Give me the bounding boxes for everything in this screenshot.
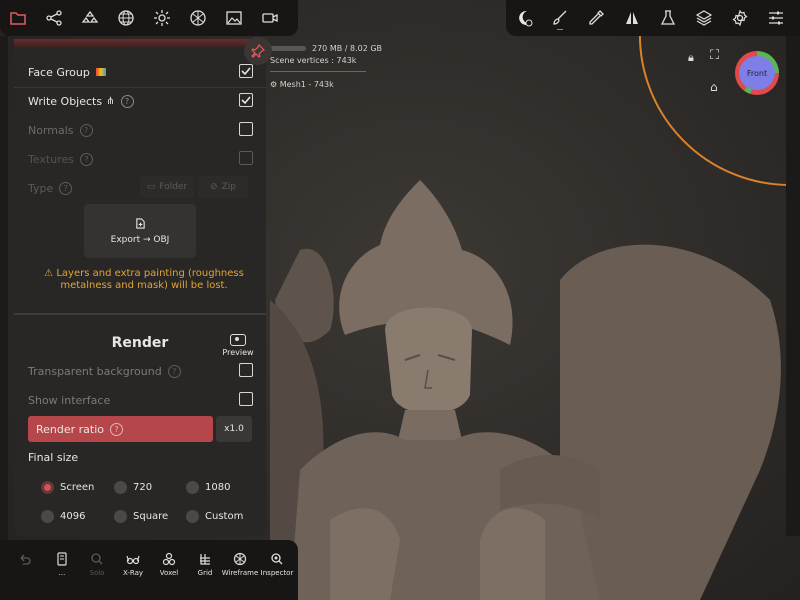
inspector-button[interactable]: Inspector (259, 552, 295, 577)
scene-tree-icon[interactable] (72, 0, 108, 36)
help-icon[interactable]: ? (120, 94, 134, 108)
grid-icon (200, 554, 210, 565)
image-icon[interactable] (216, 0, 252, 36)
panel-top-strip (14, 39, 266, 47)
face-group-checkbox[interactable] (239, 64, 253, 78)
help-icon[interactable]: ? (167, 364, 181, 378)
flask-icon[interactable] (650, 0, 686, 36)
undo-icon (20, 554, 31, 565)
final-size-720[interactable]: 720 (114, 479, 152, 495)
write-objects-row[interactable]: Write Objects ⋔ ? (28, 90, 253, 112)
pin-panel-button[interactable] (244, 37, 272, 65)
export-obj-button[interactable]: Export → OBJ (84, 204, 196, 258)
section-divider (14, 313, 266, 315)
radio-dot (114, 509, 127, 523)
normals-row[interactable]: Normals ? (28, 119, 253, 141)
globe-wireframe-icon[interactable] (108, 0, 144, 36)
final-size-screen[interactable]: Screen (41, 479, 94, 495)
view-orientation-gizmo[interactable]: Front (735, 51, 779, 95)
info-divider (270, 71, 366, 72)
gizmo-front-label: Front (739, 56, 775, 90)
warning-icon: ⚠ (44, 268, 54, 279)
memory-bar (270, 46, 306, 51)
wireframe-icon (233, 552, 247, 566)
symmetry-icon[interactable] (614, 0, 650, 36)
transparent-background-checkbox[interactable] (239, 363, 253, 377)
help-icon[interactable]: ? (110, 422, 124, 436)
moon-tool-icon[interactable] (506, 0, 542, 36)
export-render-panel: Face Group Write Objects ⋔ ? Normals ? T… (14, 39, 266, 537)
share-nodes-icon: ⋔ (106, 95, 115, 107)
pin-icon (251, 44, 265, 58)
type-folder-button: ▭ Folder (140, 176, 194, 198)
preview-button[interactable]: Preview (220, 334, 256, 357)
folder-icon[interactable] (0, 0, 36, 36)
help-icon: ? (59, 181, 73, 195)
top-toolbar-left (0, 0, 298, 36)
sun-icon[interactable] (144, 0, 180, 36)
transparent-background-row[interactable]: Transparent background ? (28, 360, 253, 382)
left-edge-panel (0, 36, 8, 600)
bottom-toolbar: ... Solo X-Ray Voxel Grid Wireframe Insp… (0, 540, 298, 600)
solo-button[interactable]: Solo (79, 552, 115, 577)
home-icon[interactable]: ⌂ (710, 80, 718, 94)
radio-dot (114, 480, 127, 494)
video-camera-icon[interactable] (252, 0, 288, 36)
radio-dot (186, 480, 199, 494)
radio-dot (41, 480, 54, 494)
eye-icon (230, 334, 246, 346)
scene-vertices: Scene vertices : 743k (270, 56, 357, 65)
mesh-item[interactable]: ⚙ Mesh1 - 743k (270, 80, 382, 89)
top-toolbar-right (506, 0, 800, 36)
sliders-icon[interactable] (758, 0, 794, 36)
file-export-icon (135, 217, 145, 229)
glasses-icon (126, 555, 140, 565)
help-icon[interactable]: ? (79, 123, 93, 137)
textures-checkbox (239, 151, 253, 165)
final-size-square[interactable]: Square (114, 508, 168, 524)
export-warning: ⚠ Layers and extra painting (roughness m… (44, 268, 244, 291)
face-group-row[interactable]: Face Group (28, 61, 253, 83)
brush-icon[interactable] (542, 0, 578, 36)
wireframe-button[interactable]: Wireframe (222, 552, 258, 577)
voxel-button[interactable]: Voxel (151, 552, 187, 577)
show-interface-checkbox[interactable] (239, 392, 253, 406)
file-button[interactable]: ... (44, 552, 80, 577)
material-ball-icon[interactable] (180, 0, 216, 36)
radio-dot (186, 509, 199, 523)
scene-info: 270 MB / 8.02 GB Scene vertices : 743k ⚙… (270, 44, 382, 89)
final-size-4096[interactable]: 4096 (41, 508, 85, 524)
divider (14, 87, 266, 88)
settings-icon[interactable] (722, 0, 758, 36)
lock-icon[interactable]: 🔒︎ (688, 51, 694, 65)
face-group-color-icon (95, 68, 106, 76)
inspector-icon (271, 553, 283, 565)
render-ratio-slider[interactable]: Render ratio ? (28, 416, 213, 442)
grid-button[interactable]: Grid (187, 552, 223, 577)
file-icon (57, 552, 67, 566)
search-icon (91, 553, 103, 565)
final-size-label: Final size (28, 451, 79, 464)
undo-button[interactable] (6, 552, 42, 569)
radio-dot (41, 509, 54, 523)
textures-row: Textures ? (28, 148, 253, 170)
final-size-custom[interactable]: Custom (186, 508, 243, 524)
fullscreen-icon[interactable]: ⛶ (710, 48, 719, 63)
xray-button[interactable]: X-Ray (115, 552, 151, 577)
memory-usage: 270 MB / 8.02 GB (270, 44, 382, 53)
layers-icon[interactable] (686, 0, 722, 36)
write-objects-checkbox[interactable] (239, 93, 253, 107)
render-ratio-value[interactable]: x1.0 (216, 416, 252, 442)
share-nodes-icon[interactable] (36, 0, 72, 36)
pipette-icon[interactable] (578, 0, 614, 36)
voxel-icon (162, 552, 176, 566)
final-size-1080[interactable]: 1080 (186, 479, 230, 495)
type-zip-button: ⊘ Zip (198, 176, 248, 198)
help-icon: ? (80, 152, 93, 166)
normals-checkbox[interactable] (239, 122, 253, 136)
show-interface-row[interactable]: Show interface (28, 389, 253, 411)
right-edge-panel (786, 36, 800, 536)
